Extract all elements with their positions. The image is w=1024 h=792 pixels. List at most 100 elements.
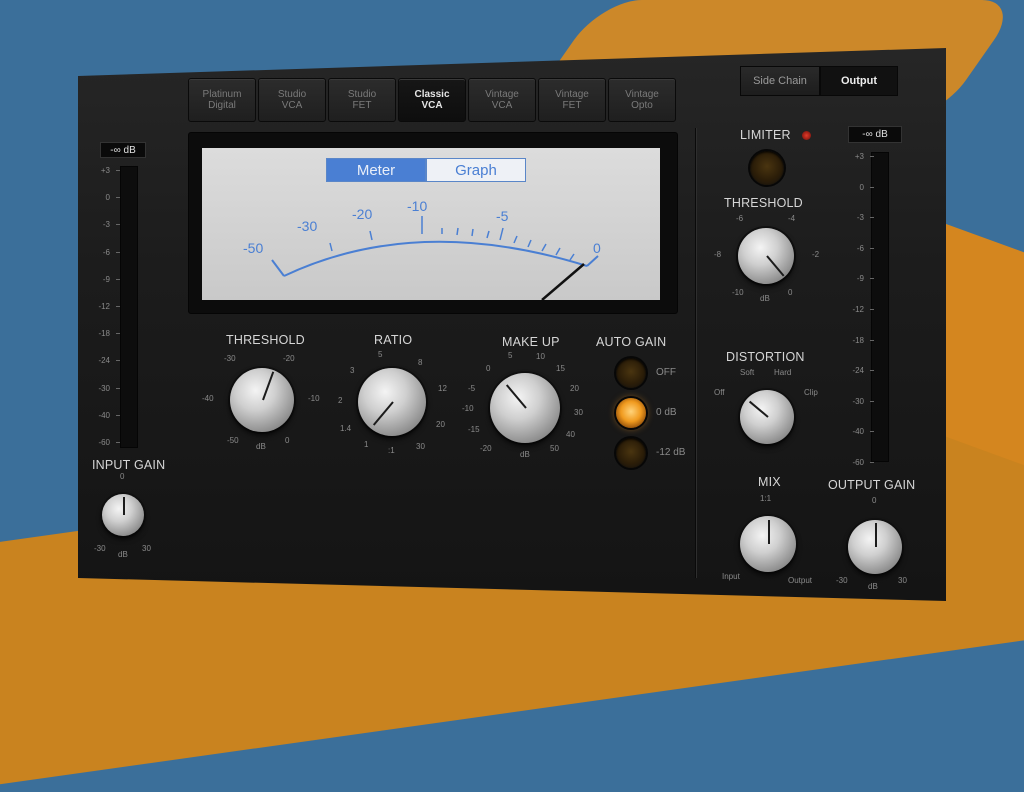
distortion-knob[interactable] [740, 390, 794, 444]
knob-scale-label: Output [788, 576, 813, 585]
knob-scale-label: 5 [378, 350, 383, 359]
knob-scale-label: 1:1 [760, 494, 772, 503]
vu-arc [283, 240, 588, 277]
knob-scale-label: -30 [94, 544, 106, 553]
threshold-label: THRESHOLD [226, 333, 305, 347]
meter-scale-label: +3 [854, 152, 864, 161]
knob-scale-label: Clip [804, 388, 818, 397]
auto-gain-option-label: OFF [656, 367, 676, 378]
meter-tick [116, 360, 120, 362]
model-tab-label: Platinum Digital [202, 89, 242, 111]
knob-scale-label: 1.4 [340, 424, 352, 433]
auto-gain-option-label: -12 dB [656, 447, 686, 458]
meter-scale-label: -6 [102, 247, 110, 257]
knob-scale-label: 30 [898, 576, 907, 585]
meter-tick [116, 224, 120, 226]
input-level-readout: -∞ dB [100, 142, 146, 158]
knob-scale-label: 20 [436, 420, 445, 429]
tab-model-vintage-opto[interactable]: Vintage Opto [608, 78, 676, 122]
knob-scale-label: :1 [388, 446, 395, 455]
auto-gain-0-button[interactable] [616, 358, 646, 388]
knob-scale-label: -20 [480, 444, 492, 453]
limiter-threshold-knob[interactable] [738, 228, 794, 284]
knob-scale-label: Soft [740, 368, 755, 377]
meter-scale-label: -18 [852, 335, 864, 345]
knob-scale-label: -5 [468, 384, 476, 393]
output-gain-knob[interactable] [848, 520, 902, 574]
knob-scale-label: 30 [416, 442, 425, 451]
knob-scale-label: 0 [120, 472, 125, 481]
auto-gain-2-button[interactable] [616, 438, 646, 468]
tab-model-platinum-digital[interactable]: Platinum Digital [188, 78, 256, 122]
ratio-label: RATIO [374, 333, 413, 347]
tab-model-classic-vca[interactable]: Classic VCA [398, 78, 466, 122]
knob-scale-label: 50 [550, 444, 559, 453]
knob-scale-label: -20 [283, 354, 295, 363]
meter-tick [870, 400, 874, 402]
knob-scale-label: Hard [774, 368, 792, 377]
meter-tick [116, 333, 120, 335]
knob-scale-label: 2 [338, 396, 343, 405]
tab-model-studio-vca[interactable]: Studio VCA [258, 78, 326, 122]
knob-scale-label: 5 [508, 351, 513, 360]
meter-scale-label: -30 [852, 396, 864, 406]
meter-scale-label: -40 [98, 410, 110, 420]
vu-scale-label: 0 [593, 240, 601, 256]
tab-model-studio-fet[interactable]: Studio FET [328, 78, 396, 122]
vu-needle [541, 263, 585, 300]
knob-scale-label: -2 [812, 250, 820, 259]
output-level-meter [871, 152, 889, 462]
distortion-label: DISTORTION [726, 350, 805, 364]
tab-model-vintage-vca[interactable]: Vintage VCA [468, 78, 536, 122]
auto-gain-1-button[interactable] [616, 398, 646, 428]
meter-scale-label: -3 [102, 220, 110, 230]
model-tab-label: Vintage VCA [485, 89, 519, 111]
meter-tick [870, 278, 874, 280]
knob-scale-label: -10 [308, 394, 320, 403]
vu-scale-label: -10 [407, 198, 428, 214]
limiter-button[interactable] [750, 151, 784, 185]
makeup-label: MAKE UP [502, 335, 560, 349]
meter-tick [116, 251, 120, 253]
vu-scale-label: -5 [496, 208, 509, 224]
meter-scale-label: -12 [98, 302, 110, 311]
knob-scale-label: -10 [462, 404, 474, 413]
knob-scale-label: -6 [736, 214, 744, 223]
mix-knob[interactable] [740, 516, 796, 572]
tab-side-chain[interactable]: Side Chain [740, 66, 820, 96]
meter-tick [116, 387, 120, 389]
compressor-plugin-window: Platinum Digital Studio VCA Studio FET Clas… [78, 48, 946, 601]
knob-scale-label: -15 [468, 425, 480, 434]
knob-scale-label: 30 [574, 408, 583, 417]
knob-scale-label: 1 [364, 440, 369, 449]
tab-output[interactable]: Output [820, 66, 898, 96]
tab-model-vintage-fet[interactable]: Vintage FET [538, 78, 606, 122]
limiter-threshold-label: THRESHOLD [724, 196, 803, 210]
meter-scale-label: -24 [852, 366, 864, 376]
section-divider [695, 128, 696, 578]
meter-tick [870, 186, 874, 188]
auto-gain-label: AUTO GAIN [596, 335, 667, 349]
input-gain-knob[interactable] [102, 494, 144, 536]
ratio-knob[interactable] [358, 368, 426, 436]
model-tab-label: Vintage FET [555, 89, 589, 111]
knob-scale-label: dB [118, 550, 128, 559]
meter-scale-label: -60 [98, 438, 110, 447]
vu-scale-label: -50 [243, 240, 264, 256]
knob-scale-label: dB [256, 442, 266, 451]
model-tab-label: Studio FET [347, 89, 377, 111]
meter-scale-label: -9 [856, 274, 864, 284]
meter-scale-label: 0 [859, 182, 864, 192]
limiter-label: LIMITER [740, 128, 791, 142]
meter-tick [116, 306, 120, 307]
knob-scale-label: -50 [227, 436, 239, 445]
knob-scale-label: 10 [536, 352, 545, 361]
meter-scale-label: -6 [856, 243, 864, 253]
meter-tick [116, 170, 120, 171]
makeup-knob[interactable] [490, 373, 560, 443]
knob-scale-label: -30 [836, 576, 848, 585]
threshold-knob[interactable] [230, 368, 294, 432]
model-tab-label: Vintage Opto [625, 89, 659, 111]
meter-tick [870, 370, 874, 372]
vu-scale-label: -20 [352, 206, 373, 222]
